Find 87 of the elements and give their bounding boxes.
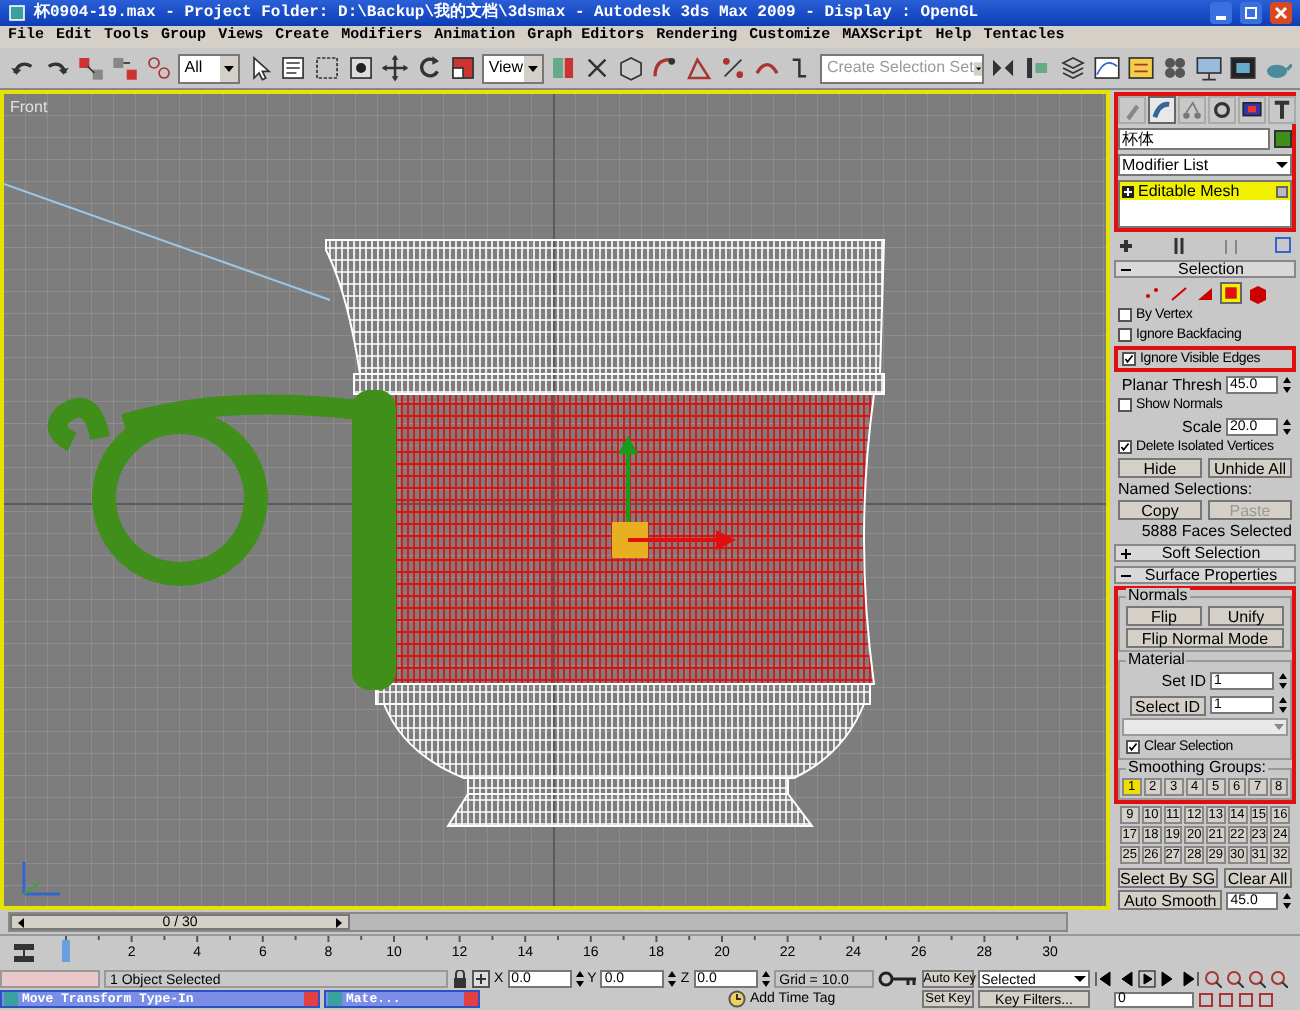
checkmark-icon [1124, 352, 1134, 366]
close-icon [1270, 2, 1292, 24]
group-title: Material [1126, 652, 1187, 668]
button[interactable]: Flip Normal Mode [1126, 628, 1284, 648]
dropdown-arrow-icon [1274, 156, 1290, 174]
track-view-icon[interactable] [12, 942, 36, 964]
panel-tab[interactable] [1148, 96, 1176, 124]
stack-item[interactable]: Editable Mesh [1120, 182, 1290, 200]
spinner-arrows-icon[interactable] [761, 970, 770, 988]
app-icon [8, 4, 26, 22]
maxscript-listener-field[interactable] [0, 970, 100, 988]
spinner-arrows-icon[interactable] [1282, 417, 1292, 435]
current-frame-marker [62, 940, 70, 962]
panel-tab[interactable] [1238, 96, 1266, 124]
app-icon [4, 992, 18, 1006]
dropdown[interactable]: View [482, 53, 545, 83]
plus-icon [1120, 547, 1132, 559]
dropdown[interactable]: All [178, 53, 240, 83]
button[interactable]: Flip [1126, 606, 1202, 626]
spinner-arrows-icon[interactable] [575, 970, 584, 988]
panel-tab[interactable] [1208, 96, 1236, 124]
transform-gizmo-icon[interactable] [612, 434, 740, 562]
close-button[interactable] [1270, 2, 1292, 24]
expand-icon[interactable] [1122, 185, 1134, 197]
app-icon [328, 992, 342, 1006]
spinner-arrows-icon[interactable] [1278, 672, 1288, 690]
spinner-label: Planar Thresh [1121, 375, 1222, 393]
go-to-start-icon[interactable] [1093, 970, 1112, 988]
panel-tab[interactable] [1268, 96, 1296, 124]
zoom-extents-icon[interactable] [1247, 970, 1266, 988]
zoom-extents-all-icon[interactable] [1269, 970, 1288, 988]
modifier-list-dropdown[interactable]: Modifier List [1118, 154, 1292, 176]
modify-icon [1150, 98, 1174, 122]
absolute-mode-icon[interactable] [472, 970, 490, 988]
lock-icon[interactable] [452, 970, 468, 988]
rollout-header[interactable]: Soft Selection [1114, 544, 1296, 562]
display-icon [1240, 98, 1264, 122]
selection-status: 5888 Faces Selected [1139, 522, 1294, 540]
button[interactable]: Unify [1208, 606, 1284, 626]
spinner-label: Set ID [1161, 672, 1206, 690]
spinner-arrows-icon[interactable] [1282, 375, 1292, 393]
minimize-icon [1216, 16, 1226, 20]
button[interactable]: Copy [1118, 500, 1202, 520]
edge-icon [1168, 281, 1190, 303]
button[interactable]: Clear All [1223, 868, 1292, 888]
hierarchy-icon [1180, 98, 1204, 122]
next-frame-icon[interactable] [333, 915, 344, 929]
checkmark-icon [1120, 440, 1130, 454]
sub-object-level-button[interactable] [1220, 281, 1242, 303]
minus-icon [1120, 263, 1132, 275]
utilities-icon [1270, 98, 1294, 122]
zoom-all-icon[interactable] [1225, 970, 1244, 988]
rollout-header[interactable]: Surface Properties [1114, 566, 1296, 584]
clock-icon[interactable] [728, 990, 746, 1008]
dropdown-arrow-icon [1272, 720, 1286, 734]
button[interactable]: Select By SG [1118, 868, 1218, 888]
object-color-swatch[interactable] [1274, 130, 1292, 148]
checkmark-icon [1128, 740, 1138, 754]
window-title: 杯0904-19.max - Project Folder: D:\Backup\我的文档\3dsmax - Autodesk 3ds Max 2009 - Display : OpenGL [34, 1, 981, 25]
button[interactable]: Hide [1118, 458, 1202, 478]
previous-frame-icon[interactable] [16, 915, 26, 929]
go-to-end-icon[interactable] [1181, 970, 1200, 988]
auto-smooth-button[interactable]: Auto Smooth [1118, 890, 1223, 910]
button[interactable]: Unhide All [1208, 458, 1292, 478]
spinner-arrows-icon[interactable] [1282, 891, 1292, 909]
move-icon[interactable] [380, 50, 411, 86]
key-icon[interactable] [877, 970, 918, 988]
motion-icon [1210, 98, 1234, 122]
maximize-button[interactable] [1240, 2, 1262, 24]
spinner-arrows-icon[interactable] [1278, 696, 1288, 714]
minus-icon [1120, 569, 1132, 581]
spinner-label: Scale [1181, 417, 1222, 435]
play-icon[interactable] [1137, 970, 1156, 988]
spinner-arrows-icon[interactable] [668, 970, 677, 988]
sub-object-level-button[interactable] [1168, 281, 1190, 303]
dropdown-arrow-icon [1073, 972, 1086, 986]
group-title: Smoothing Groups: [1126, 760, 1268, 776]
sub-object-level-button[interactable] [1246, 281, 1268, 303]
minimize-button[interactable] [1210, 2, 1232, 24]
polygon-icon [1222, 281, 1240, 303]
zoom-icon[interactable] [1203, 970, 1222, 988]
object-name-field[interactable]: 杯体 [1118, 128, 1270, 150]
section-label: Named Selections: [1116, 480, 1255, 498]
select-id-button[interactable]: Select ID [1129, 695, 1206, 715]
group-title: Normals [1126, 588, 1190, 604]
rollout-header[interactable]: Selection [1114, 260, 1296, 278]
maximize-icon [1240, 2, 1262, 24]
